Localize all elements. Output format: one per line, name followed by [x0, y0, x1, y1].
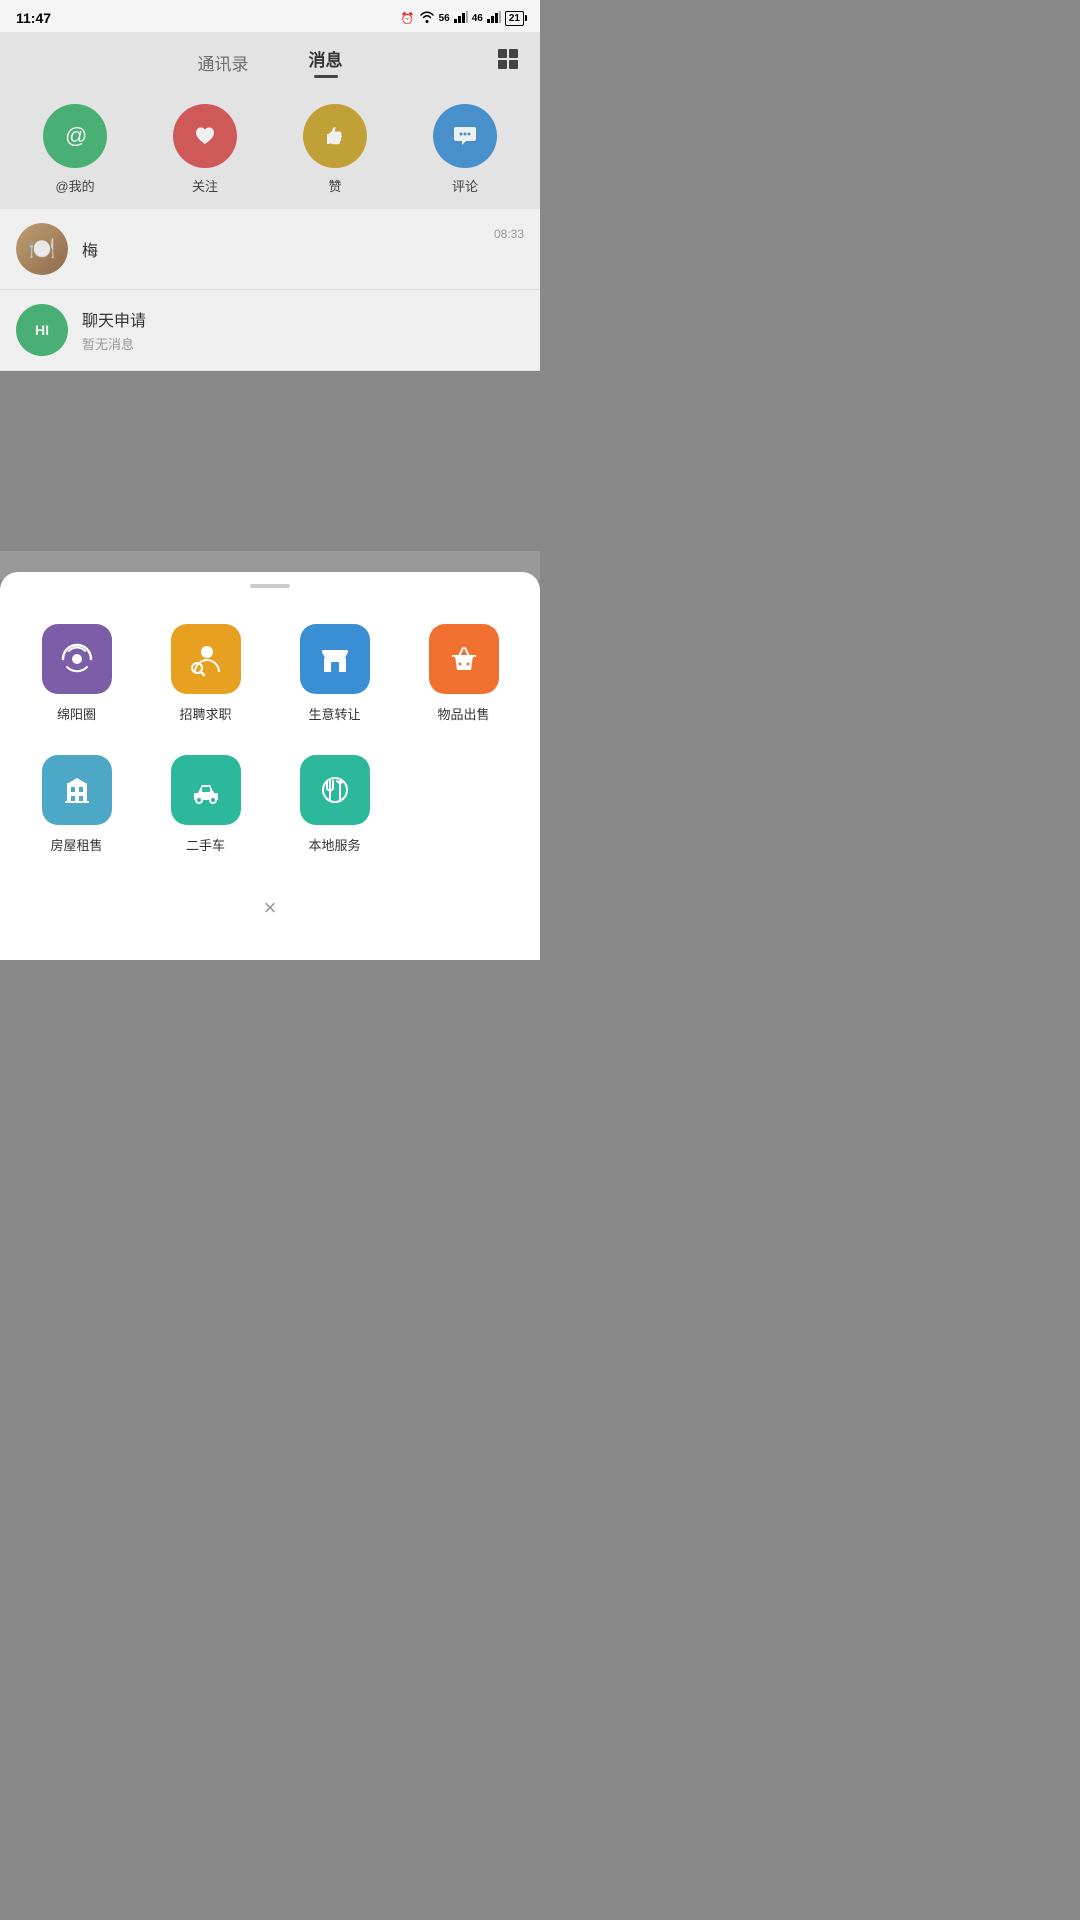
at-me-icon: @ — [43, 104, 107, 168]
car-icon — [171, 755, 241, 825]
signal-5g-icon: 56 — [439, 13, 450, 24]
basket-icon — [429, 624, 499, 694]
sheet-grid-row2: 房屋租售 二手车 — [0, 743, 540, 882]
sheet-item-recruitment[interactable]: 招聘求职 — [141, 612, 270, 735]
sheet-label-business-transfer: 生意转让 — [308, 704, 360, 723]
status-time: 11:47 — [16, 10, 51, 26]
store-icon — [300, 624, 370, 694]
follow-icon: + — [173, 104, 237, 168]
sheet-handle — [0, 572, 540, 596]
message-item-chat-request[interactable]: HI 聊天申请 暂无消息 — [0, 290, 540, 371]
signal-bars-icon — [454, 11, 468, 26]
avatar-mei: 🍽️ — [16, 223, 68, 275]
sheet-label-items-sale: 物品出售 — [437, 704, 489, 723]
notif-comment[interactable]: 评论 — [433, 104, 497, 195]
broadcast-icon — [42, 624, 112, 694]
sheet-label-local-service: 本地服务 — [308, 835, 360, 854]
message-content-chat-request: 聊天申请 暂无消息 — [82, 307, 524, 353]
svg-text:+: + — [207, 125, 213, 137]
comment-icon — [433, 104, 497, 168]
status-bar: 11:47 ⏰ 56 46 — [0, 0, 540, 32]
sheet-item-business-transfer[interactable]: 生意转让 — [270, 612, 399, 735]
message-name-mei: 梅 — [82, 237, 480, 261]
bottom-sheet: 绵阳圈 招聘求职 — [0, 572, 540, 960]
message-item-mei[interactable]: 🍽️ 梅 08:33 — [0, 209, 540, 290]
sheet-item-local-service[interactable]: 本地服务 — [270, 743, 399, 866]
avatar-chat-request: HI — [16, 304, 68, 356]
fork-knife-icon — [300, 755, 370, 825]
grid-menu-icon[interactable] — [496, 47, 520, 77]
like-icon — [303, 104, 367, 168]
message-name-chat-request: 聊天申请 — [82, 307, 524, 331]
sheet-close: × — [0, 882, 540, 930]
sheet-grid-row1: 绵阳圈 招聘求职 — [0, 596, 540, 743]
sheet-item-used-car[interactable]: 二手车 — [141, 743, 270, 866]
nav-contacts[interactable]: 通讯录 — [168, 50, 279, 75]
top-nav: 通讯录 消息 — [0, 32, 540, 86]
follow-label: 关注 — [192, 176, 218, 195]
sheet-handle-bar — [250, 584, 290, 588]
message-content-mei: 梅 — [82, 237, 480, 261]
message-sub-chat-request: 暂无消息 — [82, 334, 524, 353]
sheet-label-used-car: 二手车 — [186, 835, 225, 854]
battery-icon: 21 — [505, 11, 524, 26]
notif-follow[interactable]: + 关注 — [173, 104, 237, 195]
building-icon — [42, 755, 112, 825]
status-icons: ⏰ 56 46 21 — [401, 11, 524, 26]
sheet-label-house-rental: 房屋租售 — [50, 835, 102, 854]
sheet-label-mianyang-circle: 绵阳圈 — [57, 704, 96, 723]
notification-row: @ @我的 + 关注 赞 — [0, 86, 540, 209]
sheet-item-house-rental[interactable]: 房屋租售 — [12, 743, 141, 866]
nav-messages[interactable]: 消息 — [279, 46, 373, 78]
at-me-label: @我的 — [55, 176, 94, 195]
message-list: 🍽️ 梅 08:33 HI 聊天申请 暂无消息 — [0, 209, 540, 371]
notif-like[interactable]: 赞 — [303, 104, 367, 195]
comment-label: 评论 — [452, 176, 478, 195]
close-button[interactable]: × — [252, 890, 288, 926]
wifi-icon — [419, 11, 435, 26]
sheet-item-items-sale[interactable]: 物品出售 — [399, 612, 528, 735]
sheet-label-recruitment: 招聘求职 — [179, 704, 231, 723]
message-time-mei: 08:33 — [494, 227, 524, 241]
grey-filler — [0, 371, 540, 551]
signal-bars2-icon — [487, 11, 501, 26]
alarm-icon: ⏰ — [401, 12, 415, 25]
signal-4g-icon: 46 — [472, 13, 483, 24]
sheet-item-mianyang-circle[interactable]: 绵阳圈 — [12, 612, 141, 735]
svg-text:@: @ — [65, 123, 87, 148]
notif-at-me[interactable]: @ @我的 — [43, 104, 107, 195]
person-search-icon — [171, 624, 241, 694]
like-label: 赞 — [328, 176, 341, 195]
app-background: 通讯录 消息 @ @我的 + — [0, 32, 540, 580]
